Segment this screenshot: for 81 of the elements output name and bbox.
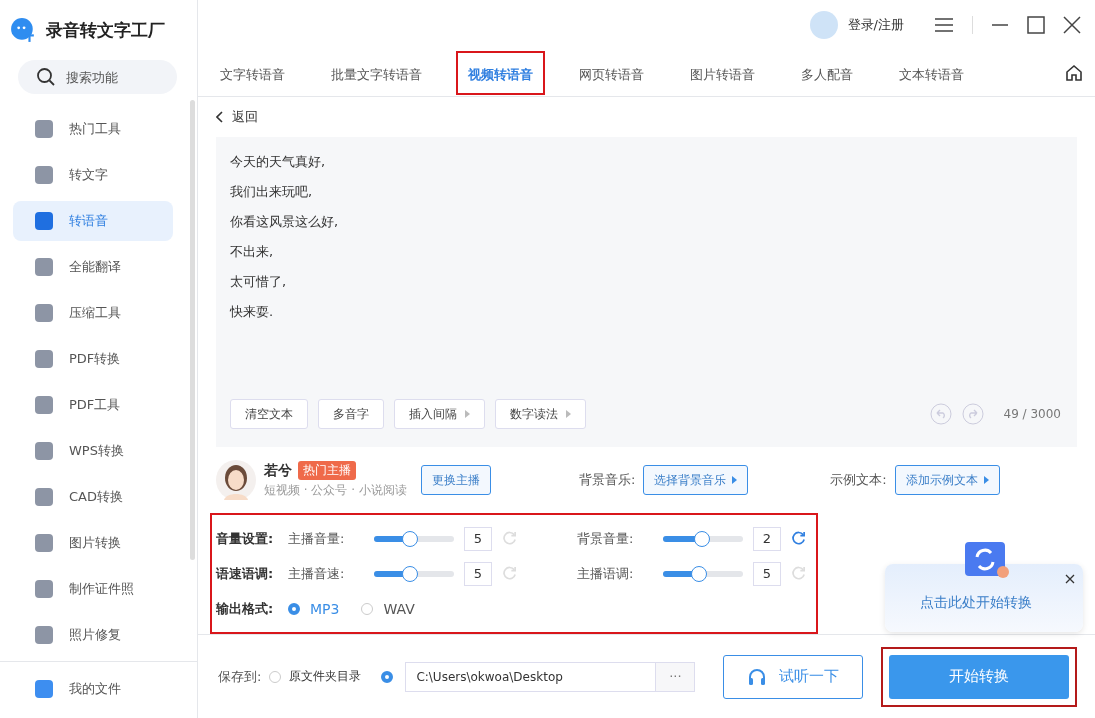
- radio-icon[interactable]: [381, 670, 394, 683]
- path-field[interactable]: C:\Users\okwoa\Desktop ···: [405, 661, 696, 692]
- text-editor[interactable]: 今天的天气真好, 我们出来玩吧, 你看这风景这么好, 不出来, 太可惜了, 快来耍. 清空文本 多音字 插入间隔 数字读法 49 / 3000: [216, 137, 1077, 448]
- search-field[interactable]: 搜索功能: [18, 60, 177, 94]
- back-link[interactable]: 返回: [216, 97, 1077, 138]
- anchor-tags: 短视频 · 公众号 · 小说阅读: [264, 482, 407, 500]
- value-field[interactable]: 5: [753, 561, 781, 586]
- value-field[interactable]: 5: [464, 526, 492, 551]
- tab[interactable]: 文字转语音: [208, 50, 297, 95]
- sidebar-item[interactable]: PDF工具: [13, 385, 173, 425]
- tool-button[interactable]: 数字读法: [495, 399, 586, 430]
- change-anchor-button[interactable]: 更换主播: [420, 465, 491, 496]
- sidebar-item[interactable]: 全能翻译: [13, 247, 173, 287]
- text-line: 今天的天气真好,: [230, 153, 327, 172]
- sidebar-item[interactable]: 我的文件: [13, 669, 173, 709]
- tab[interactable]: 多人配音: [789, 50, 865, 95]
- tool-button[interactable]: 多音字: [318, 399, 384, 430]
- anchor-avatar: [216, 460, 256, 501]
- app-logo-icon: [10, 17, 36, 43]
- slider[interactable]: [663, 530, 743, 547]
- sidebar-item[interactable]: 照片修复: [13, 615, 173, 655]
- sidebar-item[interactable]: WPS转换: [13, 431, 173, 471]
- format-option[interactable]: WAV: [361, 600, 415, 617]
- sidebar-item[interactable]: PDF转换: [13, 339, 173, 379]
- text-line: 我们出来玩吧,: [230, 183, 314, 202]
- convert-icon: [963, 540, 1011, 580]
- character-count: 49 / 3000: [1003, 407, 1061, 422]
- tool-button[interactable]: 插入间隔: [394, 399, 485, 430]
- text-line: 太可惜了,: [230, 273, 288, 292]
- value-field[interactable]: 2: [753, 526, 781, 551]
- tab[interactable]: 图片转语音: [678, 50, 767, 95]
- tip-text[interactable]: 点击此处开始转换: [920, 594, 1032, 612]
- sidebar-item[interactable]: CAD转换: [13, 477, 173, 517]
- sidebar-item[interactable]: 转语音: [13, 201, 173, 241]
- sidebar-item[interactable]: 热门工具: [13, 109, 173, 149]
- app-title: 录音转文字工厂: [46, 18, 165, 42]
- login-link[interactable]: 登录/注册: [847, 15, 904, 34]
- radio-label[interactable]: 原文件夹目录: [289, 668, 362, 686]
- slider[interactable]: [374, 565, 454, 582]
- setting-title: 音量设置:: [216, 529, 275, 548]
- browse-button[interactable]: ···: [655, 662, 695, 691]
- headphones-icon: [747, 666, 768, 687]
- text-line: 你看这风景这么好,: [230, 213, 340, 232]
- close-icon[interactable]: [1063, 15, 1081, 34]
- tab[interactable]: 文本转语音: [887, 50, 976, 95]
- tab[interactable]: 网页转语音: [567, 50, 656, 95]
- sidebar-item[interactable]: 压缩工具: [13, 293, 173, 333]
- sidebar-item[interactable]: 制作证件照: [13, 569, 173, 609]
- tab[interactable]: 批量文字转语音: [319, 50, 434, 95]
- reset-icon[interactable]: [791, 531, 806, 547]
- add-sample-button[interactable]: 添加示例文本: [894, 465, 1000, 496]
- save-to-label: 保存到:: [218, 667, 262, 686]
- tool-button[interactable]: 清空文本: [230, 399, 308, 430]
- select-music-button[interactable]: 选择背景音乐: [643, 465, 749, 496]
- slider-label: 主播语调:: [577, 564, 635, 583]
- background-music-label: 背景音乐:: [578, 471, 636, 490]
- slider-label: 背景音量:: [577, 529, 635, 548]
- text-line: 不出来,: [230, 243, 275, 262]
- slider[interactable]: [374, 530, 454, 547]
- hot-badge: 热门主播: [298, 461, 356, 481]
- home-icon[interactable]: [1065, 63, 1083, 82]
- tab[interactable]: 视频转语音: [456, 50, 545, 95]
- sidebar-item[interactable]: 转文字: [13, 155, 173, 195]
- radio-icon[interactable]: [269, 670, 282, 683]
- slider-label: 主播音量:: [288, 529, 346, 548]
- setting-title: 输出格式:: [216, 599, 275, 618]
- sidebar-item[interactable]: 图片转换: [13, 523, 173, 563]
- setting-title: 语速语调:: [216, 564, 275, 583]
- slider-label: 主播音速:: [288, 564, 346, 583]
- anchor-name: 若兮: [264, 461, 292, 480]
- preview-button[interactable]: 试听一下: [723, 654, 864, 699]
- scrollbar[interactable]: [190, 100, 195, 560]
- menu-icon[interactable]: [934, 16, 954, 33]
- close-icon[interactable]: [1065, 574, 1075, 584]
- value-field[interactable]: 5: [464, 561, 492, 586]
- sample-text-label: 示例文本:: [830, 471, 887, 490]
- maximize-icon[interactable]: [1027, 15, 1045, 34]
- back-chevron-icon: [216, 111, 224, 124]
- search-icon: [36, 67, 56, 87]
- text-line: 快来耍.: [230, 303, 275, 322]
- slider[interactable]: [663, 565, 743, 582]
